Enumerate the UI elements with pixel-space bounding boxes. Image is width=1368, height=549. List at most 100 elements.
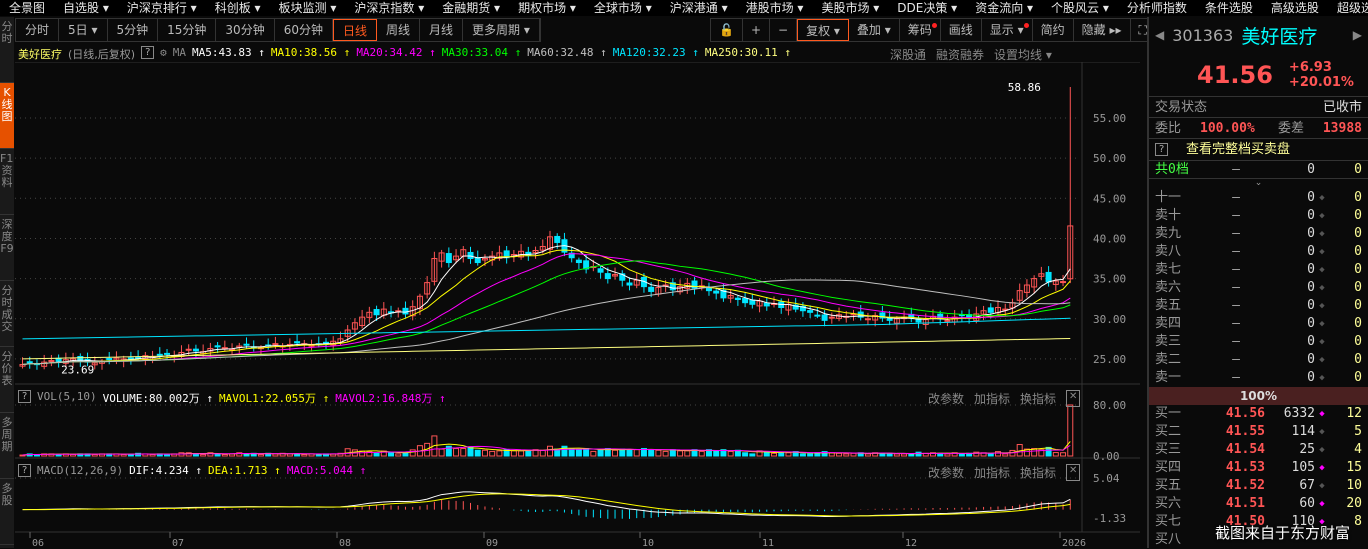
tool-button[interactable]: 显示 ▾ xyxy=(982,19,1033,41)
diamond-icon: ◆ xyxy=(1319,247,1325,257)
chart-link[interactable]: 融资融券 xyxy=(936,46,984,63)
volume-bar xyxy=(525,449,532,457)
left-tab[interactable]: F10资料 xyxy=(0,149,14,215)
period-tab[interactable]: 更多周期 ▾ xyxy=(463,19,540,41)
period-tab[interactable]: 5分钟 xyxy=(108,19,159,41)
volume-bar xyxy=(908,453,915,457)
volume-bar xyxy=(785,452,792,457)
x-axis-label: 10 xyxy=(642,538,654,548)
diamond-icon: ◆ xyxy=(1319,427,1325,437)
menu-item[interactable]: 自选股 ▾ xyxy=(54,0,118,16)
menu-item[interactable]: 美股市场 ▾ xyxy=(812,0,888,16)
left-tab[interactable]: 多周期 xyxy=(0,413,14,479)
period-tab[interactable]: 日线 xyxy=(332,19,377,41)
panel-button[interactable]: 加指标 xyxy=(974,464,1010,481)
left-tab[interactable]: 分价表 xyxy=(0,347,14,413)
gear-icon[interactable]: ⚙ xyxy=(160,46,167,62)
left-tab[interactable]: K线图 xyxy=(0,83,14,149)
menu-item[interactable]: 沪深京指数 ▾ xyxy=(345,0,433,16)
level-count: 0 xyxy=(1354,262,1362,277)
panel-button[interactable]: 换指标 xyxy=(1020,390,1056,407)
panel-button[interactable]: 换指标 xyxy=(1020,464,1056,481)
diamond-icon: ◆ xyxy=(1319,337,1325,347)
volume-bar xyxy=(496,450,503,457)
left-tab[interactable]: 多股 xyxy=(0,479,14,545)
ask-row: 卖七 — 0 ◆ 0 xyxy=(1149,261,1368,279)
tool-button[interactable]: 叠加 ▾ xyxy=(849,19,900,41)
left-tab[interactable]: 分时 xyxy=(0,17,14,83)
period-tab[interactable]: 5日 ▾ xyxy=(59,19,108,41)
tool-button[interactable]: 隐藏 ▸▸ xyxy=(1074,19,1131,41)
menu-item[interactable]: DDE决策 ▾ xyxy=(888,0,966,16)
period-tab[interactable]: 周线 xyxy=(377,19,421,41)
period-tab[interactable]: 月线 xyxy=(420,19,464,41)
volume-bar xyxy=(373,452,380,457)
menu-item[interactable]: 条件选股 xyxy=(1196,0,1262,16)
help-button[interactable]: ? xyxy=(18,390,31,403)
menu-item[interactable]: 板块监测 ▾ xyxy=(270,0,346,16)
total-volume: 0 xyxy=(1307,162,1315,177)
volume-value: VOLUME:80.002万 ↑ xyxy=(102,392,213,405)
period-tab[interactable]: 15分钟 xyxy=(158,19,217,41)
period-tab[interactable]: 60分钟 xyxy=(275,19,333,41)
tool-button[interactable]: + xyxy=(743,19,771,41)
help-button[interactable]: ? xyxy=(18,464,31,477)
period-tab[interactable]: 分时 xyxy=(16,19,60,41)
tool-button[interactable]: 🔓 xyxy=(711,19,743,41)
tool-label: − xyxy=(778,23,789,37)
chart-link[interactable]: 深股通 xyxy=(890,46,926,63)
volume-bar xyxy=(597,448,604,457)
stock-name-title: 美好医疗 xyxy=(1241,25,1318,48)
left-tab[interactable]: 深度F9 xyxy=(0,215,14,281)
panel-button[interactable]: 加指标 xyxy=(974,390,1010,407)
menu-item[interactable]: 沪深京排行 ▾ xyxy=(118,0,206,16)
panel-button[interactable]: 改参数 xyxy=(928,390,964,407)
help-button[interactable]: ? xyxy=(1155,143,1168,156)
menu-item[interactable]: 金融期货 ▾ xyxy=(433,0,509,16)
menu-item[interactable]: 个股风云 ▾ xyxy=(1042,0,1118,16)
full-depth-link[interactable]: 查看完整档买卖盘 xyxy=(1186,139,1290,160)
next-stock-arrow-icon[interactable]: ▶ xyxy=(1353,28,1362,42)
tool-button[interactable]: 简约 xyxy=(1033,19,1074,41)
total-price: — xyxy=(1232,162,1240,177)
panel-button[interactable]: ✕ xyxy=(1066,464,1081,481)
ma-value: MA250:30.11 ↑ xyxy=(704,46,791,59)
tool-button[interactable]: 筹码 xyxy=(900,19,941,41)
level-volume: 60 xyxy=(1299,496,1315,511)
panel-button[interactable]: ✕ xyxy=(1066,390,1081,407)
menu-item[interactable]: 全景图 xyxy=(0,0,54,16)
menu-item[interactable]: 资金流向 ▾ xyxy=(966,0,1042,16)
expand-chevron-icon[interactable]: ⌄ xyxy=(1149,179,1368,189)
candle-body xyxy=(156,353,163,356)
level-volume: 0 xyxy=(1307,316,1315,331)
chart-link[interactable]: 设置均线 ▾ xyxy=(994,46,1052,63)
candle-body xyxy=(821,314,828,321)
tool-button[interactable]: 复权 ▾ xyxy=(797,19,849,41)
tool-label: + xyxy=(750,23,762,37)
menu-item[interactable]: 港股市场 ▾ xyxy=(737,0,813,16)
help-button[interactable]: ? xyxy=(141,46,155,59)
volume-bar xyxy=(612,449,619,457)
left-tab[interactable]: 分时成交 xyxy=(0,281,14,347)
volume-bar xyxy=(1002,453,1009,457)
prev-stock-arrow-icon[interactable]: ◀ xyxy=(1155,28,1164,42)
ma-values: MA5:43.83 ↑ MA10:38.56 ↑ MA20:34.42 ↑ MA30:… xyxy=(192,46,791,62)
total-depth-row: 共0档 — 0 0 xyxy=(1149,161,1368,179)
period-tab[interactable]: 30分钟 xyxy=(216,19,275,41)
level-volume: 0 xyxy=(1307,334,1315,349)
price-axis-label: 25.00 xyxy=(1093,353,1126,366)
tool-button[interactable]: 画线 xyxy=(941,19,982,41)
menu-item[interactable]: 科创板 ▾ xyxy=(206,0,270,16)
panel-button[interactable]: 改参数 xyxy=(928,464,964,481)
candle-body xyxy=(373,309,380,316)
menu-item[interactable]: 期权市场 ▾ xyxy=(509,0,585,16)
tool-button[interactable]: − xyxy=(770,19,798,41)
menu-item[interactable]: 高级选股 xyxy=(1262,0,1328,16)
menu-item[interactable]: 分析师指数 xyxy=(1118,0,1196,16)
menu-item[interactable]: 全球市场 ▾ xyxy=(585,0,661,16)
menu-item[interactable]: 沪深港通 ▾ xyxy=(661,0,737,16)
price-axis-label: 35.00 xyxy=(1093,273,1126,286)
level-label: 买五 xyxy=(1155,478,1182,493)
full-depth-row[interactable]: ? 查看完整档买卖盘 xyxy=(1149,139,1368,161)
menu-item[interactable]: 超级选股 xyxy=(1328,0,1368,16)
